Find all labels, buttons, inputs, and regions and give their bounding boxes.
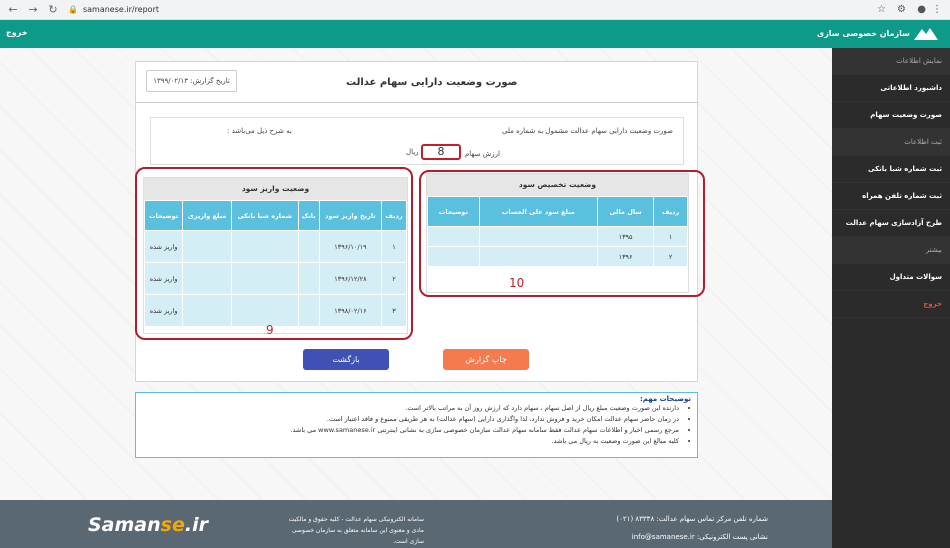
sidebar-item[interactable]: داشبورد اطلاعاتی [832,75,950,102]
deposit-table: ردیف تاریخ واریز سود بانک شماره شبا بانکی مب… [143,200,407,327]
table-cell: ۱۳۹۸/۰۲/۱۶ [318,294,383,327]
table-row: ۲ ۱۳۹۶ [427,246,688,267]
table-header: تاریخ واریز سود [318,200,383,231]
value-unit: ریال [406,148,419,156]
logout-link[interactable]: خروج [6,28,27,37]
sidebar-item: بیشتر [832,237,950,264]
browser-address-bar: ← → ↻ 🔒 samanese.ir/report ☆ ⚙ ● ⋮ [0,0,950,20]
notes-list: دارنده این صورت وضعیت مبلغ ریال از اصل س… [142,403,691,447]
notes-title: توضیحات مهم: [639,395,691,403]
table-cell: ۳ [381,294,407,327]
sidebar-item[interactable]: صورت وضعیت سهام [832,102,950,129]
report-date: تاریخ گزارش: ۱۳۹۹/۰۲/۱۳ [146,70,237,92]
table-cell: ۱۳۹۶ [596,246,655,267]
back-arrow-icon[interactable]: ← [6,3,20,16]
sidebar-item[interactable]: طرح آزادسازی سهام عدالت [832,210,950,237]
table-row: ۱ ۱۳۹۶/۱۰/۱۹ واریز شده [143,230,407,263]
table-header: ردیف [653,196,688,227]
note-item: در زمان حاضر سهام عدالت امکان خرید و فرو… [142,414,679,425]
table-cell [427,246,480,267]
info-text-suffix: به شرح ذیل می‌باشد : [227,127,292,135]
footer: Samanse.ir سامانه الکترونیکی سهام عدالت … [0,500,832,548]
important-notes: توضیحات مهم: دارنده این صورت وضعیت مبلغ … [135,392,698,458]
table-header: مبلغ واریزی [182,200,232,231]
sidebar: نمایش اطلاعات داشبورد اطلاعاتی صورت وضعیت … [832,48,950,548]
lock-icon: 🔒 [68,5,78,14]
deposit-panel: وضعیت واریز سود ردیف تاریخ واریز سود بانک ش… [143,177,408,334]
table-cell [297,262,320,295]
deposit-title: وضعیت واریز سود [144,178,407,200]
table-cell: ۲ [653,246,688,267]
table-header: ردیف [381,200,407,231]
footer-phone: شماره تلفن مرکز تماس سهام عدالت: ۸۳۳۳۸ (… [616,515,768,523]
table-cell: ۱۳۹۶/۱۲/۲۸ [318,262,383,295]
sidebar-item[interactable]: ثبت شماره شبا بانکی [832,156,950,183]
sidebar-item[interactable]: خروج [832,291,950,318]
table-cell [478,226,598,247]
table-cell [182,294,232,327]
back-button[interactable]: بازگشت [303,349,389,370]
sidebar-item[interactable]: ثبت شماره تلفن همراه [832,183,950,210]
table-cell [297,230,320,263]
table-cell [182,262,232,295]
note-item: مرجع رسمی اخبار و اطلاعات سهام عدالت فقط… [142,425,679,436]
forward-arrow-icon[interactable]: → [26,3,40,16]
table-row: ۱ ۱۳۹۵ [427,226,688,247]
profile-icon[interactable]: ● [917,4,926,15]
footer-email[interactable]: نشانی پست الکترونیکی: info@samanese.ir [616,528,768,546]
table-header: توضیحات [427,196,480,227]
table-header: شماره شبا بانکی [230,200,299,231]
table-cell [182,230,232,263]
table-cell: ۱۳۹۵ [596,226,655,247]
table-cell: ۲ [381,262,407,295]
brand-name: سازمان خصوصی سازی [816,29,910,38]
table-cell: واریز شده [143,230,184,263]
table-cell: ۱۳۹۶/۱۰/۱۹ [318,230,383,263]
stock-value: 8 [421,144,461,160]
footer-contact: شماره تلفن مرکز تماس سهام عدالت: ۸۳۳۳۸ (… [616,510,768,546]
allocation-panel: وضعیت تخصیص سود ردیف سال مالی مبلغ سود علی… [426,173,689,293]
menu-icon[interactable]: ⋮ [932,4,942,15]
table-header: توضیحات [143,200,184,231]
table-row: ۲ ۱۳۹۶/۱۲/۲۸ واریز شده [143,262,407,295]
table-cell: ۱ [653,226,688,247]
footer-copyright: سامانه الکترونیکی سهام عدالت - کلیه حقوق… [288,516,424,545]
reload-icon[interactable]: ↻ [46,3,60,16]
footer-logo: Samanse.ir [88,514,208,536]
print-report-button[interactable]: چاپ گزارش [443,349,529,370]
table-cell: واریز شده [143,262,184,295]
value-label: ارزش سهام [464,150,500,158]
divider [136,102,697,103]
annotation-label-10: 10 [509,276,525,290]
allocation-title: وضعیت تخصیص سود [427,174,688,196]
table-cell: واریز شده [143,294,184,327]
table-row: ۳ ۱۳۹۸/۰۲/۱۶ واریز شده [143,294,407,327]
table-cell [230,230,299,263]
table-header: بانک [297,200,320,231]
info-box: صورت وضعیت دارایی سهام عدالت مشمول به شم… [150,117,684,165]
table-cell [230,294,299,327]
report-title: صورت وضعیت دارایی سهام عدالت [346,77,518,88]
top-bar: خروج سازمان خصوصی سازی [0,20,950,48]
sidebar-item: ثبت اطلاعات [832,129,950,156]
annotation-label-9: 9 [266,323,274,337]
table-cell: ۱ [381,230,407,263]
url-field[interactable]: samanese.ir/report [83,5,159,14]
info-text: صورت وضعیت دارایی سهام عدالت مشمول به شم… [502,127,673,135]
brand-logo-icon [914,28,938,40]
note-item: کلیه مبالغ این صورت وضعیت به ریال می باش… [142,436,679,447]
note-item: دارنده این صورت وضعیت مبلغ ریال از اصل س… [142,403,679,414]
star-icon[interactable]: ☆ [877,4,886,15]
table-cell [478,246,598,267]
table-header: مبلغ سود علی الحساب [478,196,598,227]
sidebar-item[interactable]: سوالات متداول [832,264,950,291]
table-cell [230,262,299,295]
extension-icon[interactable]: ⚙ [897,4,906,15]
table-header: سال مالی [596,196,655,227]
table-cell [427,226,480,247]
table-cell [297,294,320,327]
allocation-table: ردیف سال مالی مبلغ سود علی الحساب توضیحات ۱ ۱… [427,196,688,267]
sidebar-item: نمایش اطلاعات [832,48,950,75]
